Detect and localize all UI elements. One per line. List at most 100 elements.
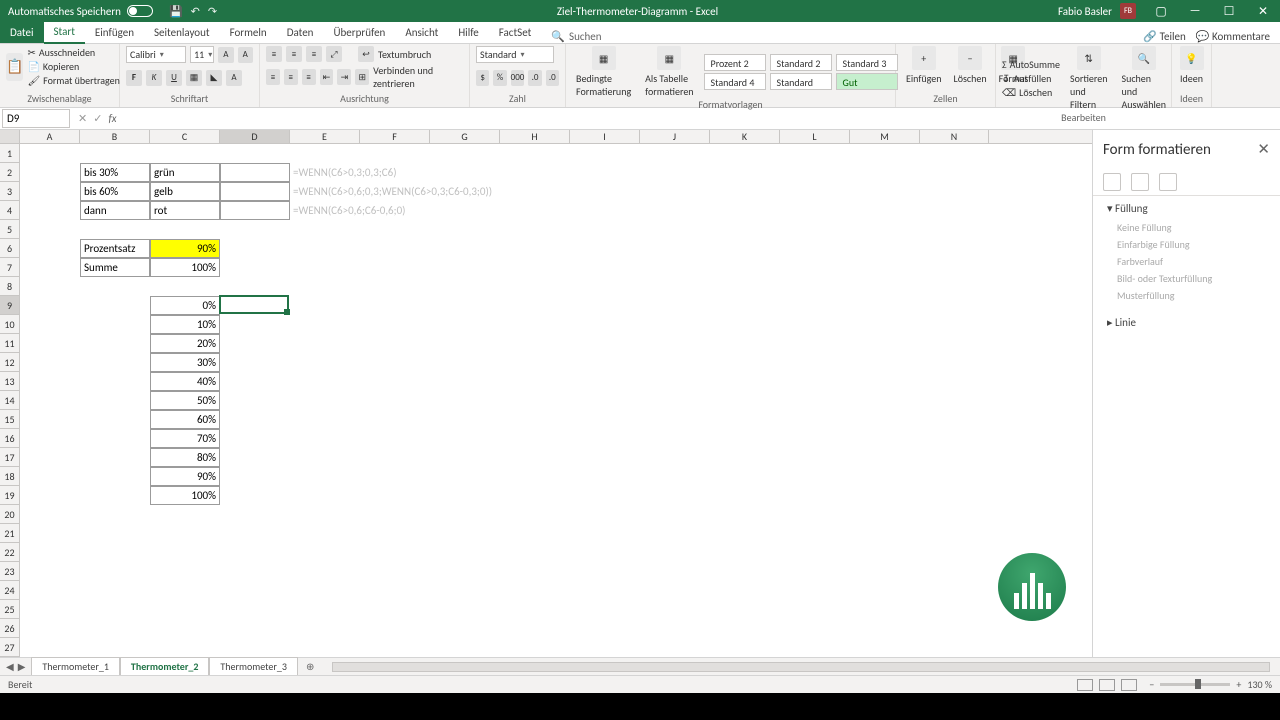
close-button[interactable]: ✕ (1246, 0, 1280, 22)
cell-F10[interactable] (360, 315, 430, 334)
cell-M10[interactable] (850, 315, 920, 334)
cell-G10[interactable] (430, 315, 500, 334)
cell-E14[interactable] (290, 391, 360, 410)
cell-L19[interactable] (780, 486, 850, 505)
cell-A23[interactable] (20, 562, 80, 581)
cell-E24[interactable] (290, 581, 360, 600)
dec-dec-icon[interactable]: .0 (546, 70, 559, 86)
fill-opt-none[interactable]: Keine Füllung (1107, 219, 1266, 236)
row-header-27[interactable]: 27 (0, 638, 20, 657)
cell-M3[interactable] (850, 182, 920, 201)
row-header-5[interactable]: 5 (0, 220, 20, 239)
cell-D17[interactable] (220, 448, 290, 467)
sheet-nav-prev-icon[interactable]: ◀ (6, 660, 14, 673)
cell-K3[interactable] (710, 182, 780, 201)
cell-H13[interactable] (500, 372, 570, 391)
cell-G13[interactable] (430, 372, 500, 391)
cell-L20[interactable] (780, 505, 850, 524)
cell-J26[interactable] (640, 619, 710, 638)
cell-B10[interactable] (80, 315, 150, 334)
cell-N5[interactable] (920, 220, 989, 239)
cell-D20[interactable] (220, 505, 290, 524)
cell-I24[interactable] (570, 581, 640, 600)
cell-N24[interactable] (920, 581, 989, 600)
cell-K6[interactable] (710, 239, 780, 258)
cell-L27[interactable] (780, 638, 850, 657)
cell-I12[interactable] (570, 353, 640, 372)
cell-E19[interactable] (290, 486, 360, 505)
cell-A17[interactable] (20, 448, 80, 467)
merge-icon[interactable]: ⊞ (355, 69, 369, 85)
cell-L22[interactable] (780, 543, 850, 562)
align-center-icon[interactable]: ≡ (284, 69, 298, 85)
cell-H10[interactable] (500, 315, 570, 334)
search-box[interactable]: 🔍 Suchen (541, 30, 611, 43)
copy-button[interactable]: 📄 Kopieren (27, 60, 119, 73)
cell-N16[interactable] (920, 429, 989, 448)
cell-F7[interactable] (360, 258, 430, 277)
delete-cells-button[interactable]: −Löschen (950, 46, 991, 85)
cell-L26[interactable] (780, 619, 850, 638)
cell-N2[interactable] (920, 163, 989, 182)
row-header-11[interactable]: 11 (0, 334, 20, 353)
cell-H21[interactable] (500, 524, 570, 543)
cell-K9[interactable] (710, 296, 780, 315)
cell-C7[interactable]: 100% (150, 258, 220, 277)
tab-view[interactable]: Ansicht (395, 22, 448, 43)
cell-E4[interactable]: =WENN(C6>0,6;C6-0,6;0) (290, 201, 360, 220)
col-header-E[interactable]: E (290, 130, 360, 143)
share-button[interactable]: 🔗 Teilen (1143, 30, 1185, 43)
cell-H24[interactable] (500, 581, 570, 600)
cell-L18[interactable] (780, 467, 850, 486)
row-header-3[interactable]: 3 (0, 182, 20, 201)
cell-G2[interactable] (430, 163, 500, 182)
cell-E23[interactable] (290, 562, 360, 581)
cell-K20[interactable] (710, 505, 780, 524)
cell-A10[interactable] (20, 315, 80, 334)
cell-B6[interactable]: Prozentsatz (80, 239, 150, 258)
cell-F14[interactable] (360, 391, 430, 410)
cell-A25[interactable] (20, 600, 80, 619)
maximize-button[interactable]: ☐ (1212, 0, 1246, 22)
cell-G19[interactable] (430, 486, 500, 505)
cell-J1[interactable] (640, 144, 710, 163)
style-standard[interactable]: Standard (770, 73, 832, 90)
cell-K26[interactable] (710, 619, 780, 638)
font-size-select[interactable]: 11 (190, 46, 214, 63)
cell-C10[interactable]: 10% (150, 315, 220, 334)
cell-C21[interactable] (150, 524, 220, 543)
cell-N12[interactable] (920, 353, 989, 372)
style-standard4[interactable]: Standard 4 (704, 73, 766, 90)
cell-A14[interactable] (20, 391, 80, 410)
cell-E6[interactable] (290, 239, 360, 258)
indent-dec-icon[interactable]: ⇤ (320, 69, 334, 85)
cell-I2[interactable] (570, 163, 640, 182)
cell-I14[interactable] (570, 391, 640, 410)
cell-C19[interactable]: 100% (150, 486, 220, 505)
col-header-N[interactable]: N (920, 130, 989, 143)
cell-L5[interactable] (780, 220, 850, 239)
cell-A16[interactable] (20, 429, 80, 448)
cell-L12[interactable] (780, 353, 850, 372)
cell-I21[interactable] (570, 524, 640, 543)
cut-button[interactable]: ✂ Ausschneiden (27, 46, 119, 59)
cell-H2[interactable] (500, 163, 570, 182)
row-header-24[interactable]: 24 (0, 581, 20, 600)
cell-N10[interactable] (920, 315, 989, 334)
cell-G15[interactable] (430, 410, 500, 429)
cell-H18[interactable] (500, 467, 570, 486)
cell-F9[interactable] (360, 296, 430, 315)
cell-D15[interactable] (220, 410, 290, 429)
cell-J22[interactable] (640, 543, 710, 562)
cell-N7[interactable] (920, 258, 989, 277)
cell-G6[interactable] (430, 239, 500, 258)
cell-M2[interactable] (850, 163, 920, 182)
cell-K12[interactable] (710, 353, 780, 372)
cell-A24[interactable] (20, 581, 80, 600)
tab-start[interactable]: Start (44, 21, 85, 44)
bold-icon[interactable]: F (126, 70, 142, 86)
cell-M19[interactable] (850, 486, 920, 505)
cell-D6[interactable] (220, 239, 290, 258)
cell-J7[interactable] (640, 258, 710, 277)
user-name[interactable]: Fabio Basler (1058, 5, 1112, 18)
